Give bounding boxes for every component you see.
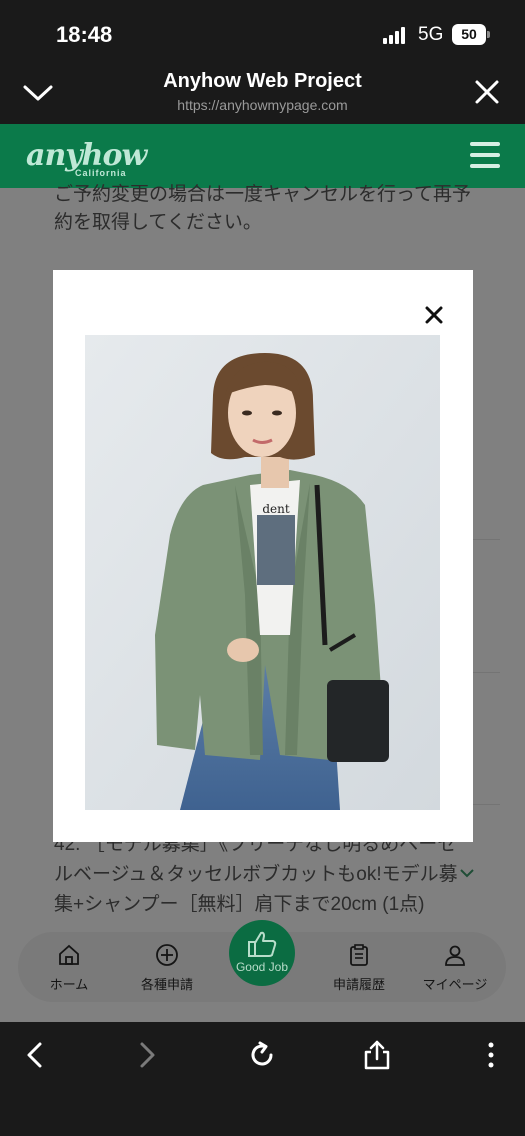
model-photo-illustration: dent xyxy=(85,335,440,810)
home-icon xyxy=(59,944,79,965)
tab-label: 各種申請 xyxy=(140,977,193,992)
back-icon[interactable] xyxy=(20,1040,50,1070)
close-icon[interactable] xyxy=(425,306,443,324)
notice-text-line: ご予約変更の場合は一度キャンセルを行って再予 xyxy=(54,184,472,205)
reload-icon[interactable] xyxy=(247,1040,277,1070)
forward-icon[interactable] xyxy=(132,1040,162,1070)
menu-icon[interactable] xyxy=(470,142,502,170)
site-logo-sub: California xyxy=(75,168,127,178)
site-header: anyhow California xyxy=(0,124,525,188)
chevron-down-icon[interactable] xyxy=(460,868,474,878)
tab-label: ホーム xyxy=(49,977,89,992)
good-job-label: Good Job xyxy=(235,960,289,974)
notice-text-line: 約を取得してください。 xyxy=(54,212,262,233)
thumbs-up-icon xyxy=(248,931,277,957)
tab-label: マイページ xyxy=(422,977,488,992)
bottom-tab-bar: ホーム 各種申請 Good Job 申請履歴 マイページ xyxy=(18,920,506,1002)
tab-home[interactable]: ホーム xyxy=(26,932,112,1002)
model-photo: dent xyxy=(85,335,440,810)
network-label: 5G xyxy=(418,24,444,45)
share-icon[interactable] xyxy=(362,1040,392,1070)
battery-level: 50 xyxy=(452,24,486,45)
battery-icon: 50 xyxy=(452,24,490,45)
tab-label: 申請履歴 xyxy=(332,977,385,992)
close-icon[interactable] xyxy=(474,79,500,105)
battery-tip xyxy=(487,31,490,38)
browser-title: Anyhow Web Project xyxy=(163,70,362,92)
status-time: 18:48 xyxy=(56,22,113,47)
good-job-button[interactable]: Good Job xyxy=(229,920,295,986)
browser-toolbar xyxy=(0,1022,525,1136)
menu-bar xyxy=(470,153,500,157)
list-item-text: ルベージュ＆タッセルボブカットもok!モデル募 xyxy=(54,864,458,885)
image-modal: dent xyxy=(53,270,473,842)
signal-icon xyxy=(383,27,405,44)
menu-bar xyxy=(470,142,500,146)
clipboard-icon xyxy=(350,944,368,966)
tab-mypage[interactable]: マイページ xyxy=(412,932,498,1002)
tab-history[interactable]: 申請履歴 xyxy=(316,932,402,1002)
plus-circle-icon xyxy=(156,944,178,966)
browser-url: https://anyhowmypage.com xyxy=(177,97,348,113)
menu-bar xyxy=(470,164,500,168)
more-icon[interactable] xyxy=(476,1040,506,1070)
status-bar: 18:48 5G 50 xyxy=(0,0,525,62)
list-item-text: 集+シャンプー［無料］肩下まで20cm (1点) xyxy=(54,894,425,915)
browser-header: Anyhow Web Project https://anyhowmypage.… xyxy=(0,62,525,124)
user-icon xyxy=(445,945,465,966)
svg-text:dent: dent xyxy=(262,502,290,516)
tab-apply[interactable]: 各種申請 xyxy=(124,932,210,1002)
